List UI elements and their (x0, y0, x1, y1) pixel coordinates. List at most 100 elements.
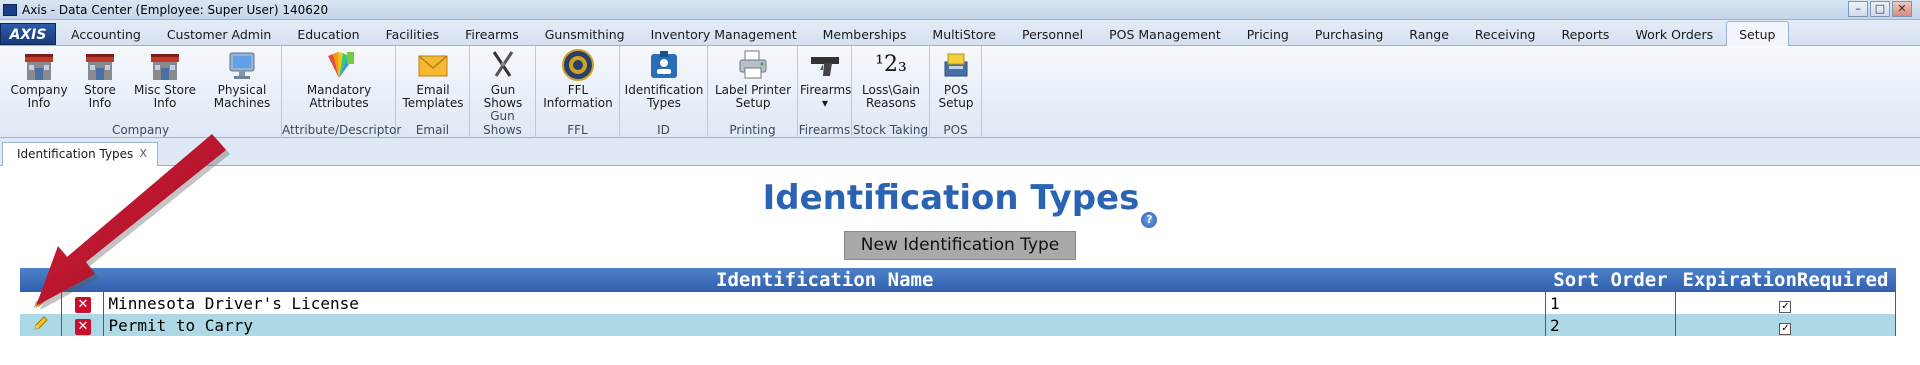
crossed-guns-icon (492, 51, 514, 77)
header-sort-order[interactable]: Sort Order (1545, 268, 1676, 292)
chevron-down-icon: ▾ (821, 96, 829, 110)
store-icon (25, 54, 53, 80)
tab-pos-management[interactable]: POS Management (1096, 23, 1234, 45)
printer-icon (739, 50, 767, 79)
company-info-button[interactable]: Company Info (6, 48, 72, 110)
group-label-attribute: Attribute/Descriptor (282, 123, 402, 137)
tab-receiving[interactable]: Receiving (1462, 23, 1549, 45)
table-row: ✕ Permit to Carry 2 ✓ (20, 314, 1897, 336)
numbers-icon: ¹2₃ (875, 52, 907, 77)
ribbon-group-email: Email Templates Email (396, 46, 470, 138)
sort-order-cell: 2 (1545, 314, 1676, 336)
physical-machines-button[interactable]: Physical Machines (208, 48, 276, 110)
menu-bar: AXIS Accounting Customer Admin Education… (0, 20, 1920, 46)
group-label-company: Company (111, 123, 170, 137)
ffl-information-button[interactable]: FFL Information (542, 48, 614, 110)
header-delete (61, 268, 104, 292)
tab-reports[interactable]: Reports (1548, 23, 1622, 45)
tab-education[interactable]: Education (284, 23, 372, 45)
pos-icon (944, 53, 968, 77)
label-printer-setup-label: Label Printer Setup (714, 83, 792, 110)
tab-facilities[interactable]: Facilities (373, 23, 453, 45)
expiration-required-cell: ✓ (1675, 292, 1897, 314)
ribbon-group-gun-shows: Gun Shows Gun Shows (470, 46, 536, 138)
mandatory-attributes-button[interactable]: Mandatory Attributes (296, 48, 382, 110)
pos-setup-button[interactable]: POS Setup (932, 48, 980, 110)
email-templates-button[interactable]: Email Templates (400, 48, 466, 110)
tab-setup[interactable]: Setup (1726, 21, 1789, 46)
tab-gunsmithing[interactable]: Gunsmithing (532, 23, 638, 45)
header-expiration-required[interactable]: ExpirationRequired (1675, 268, 1896, 292)
ribbon-group-pos: POS Setup POS (930, 46, 982, 138)
tab-customer-admin[interactable]: Customer Admin (154, 23, 285, 45)
pos-setup-label: POS Setup (938, 83, 974, 110)
tab-inventory-management[interactable]: Inventory Management (638, 23, 810, 45)
delete-cell: ✕ (61, 292, 105, 314)
page-title: Identification Types? (0, 178, 1920, 228)
tab-purchasing[interactable]: Purchasing (1302, 23, 1396, 45)
ribbon-group-firearms: Firearms ▾ Firearms (798, 46, 852, 138)
table-row: ✕ Minnesota Driver's License 1 ✓ (20, 292, 1897, 314)
identification-name-cell: Permit to Carry (103, 314, 1546, 336)
misc-store-info-button[interactable]: Misc Store Info (130, 48, 200, 110)
tab-pricing[interactable]: Pricing (1234, 23, 1302, 45)
pencil-icon[interactable] (32, 292, 50, 310)
close-tab-icon[interactable]: X (139, 143, 147, 165)
label-printer-setup-button[interactable]: Label Printer Setup (712, 48, 794, 110)
axis-logo[interactable]: AXIS (0, 23, 56, 45)
company-info-label: Company Info (10, 83, 68, 110)
group-label-id: ID (657, 123, 670, 137)
ribbon-group-stock-taking: ¹2₃ Loss\Gain Reasons Stock Taking (852, 46, 930, 138)
pencil-icon[interactable] (32, 314, 50, 332)
mandatory-attributes-label: Mandatory Attributes (306, 83, 372, 110)
tab-personnel[interactable]: Personnel (1009, 23, 1096, 45)
physical-machines-label: Physical Machines (213, 83, 271, 110)
tab-multistore[interactable]: MultiStore (919, 23, 1009, 45)
expiration-required-cell: ✓ (1675, 314, 1897, 336)
tab-accounting[interactable]: Accounting (58, 23, 154, 45)
tab-firearms[interactable]: Firearms (452, 23, 532, 45)
store-icon (151, 54, 179, 80)
maximize-button[interactable]: □ (1870, 1, 1890, 17)
tab-range[interactable]: Range (1396, 23, 1462, 45)
app-icon (3, 3, 17, 16)
store-info-button[interactable]: Store Info (72, 48, 128, 110)
identification-types-button[interactable]: Identification Types (624, 48, 704, 110)
group-label-printing: Printing (729, 123, 776, 137)
monitor-icon (229, 52, 255, 79)
firearms-dropdown-button[interactable]: Firearms ▾ (800, 48, 851, 110)
sort-order-cell: 1 (1545, 292, 1676, 314)
envelope-icon (418, 55, 448, 77)
group-label-pos: POS (943, 123, 968, 137)
new-identification-type-button[interactable]: New Identification Type (844, 231, 1076, 260)
store-icon (86, 54, 114, 80)
delete-icon[interactable]: ✕ (74, 297, 91, 313)
group-label-firearms: Firearms (798, 123, 851, 137)
tab-work-orders[interactable]: Work Orders (1622, 23, 1726, 45)
doc-tab-identification-types[interactable]: Identification Types X (2, 142, 158, 166)
ribbon-group-attribute: Mandatory Attributes Attribute/Descriptor (282, 46, 402, 138)
delete-cell: ✕ (61, 314, 105, 336)
edit-cell (20, 314, 63, 336)
window-controls: – □ ✕ (1848, 1, 1912, 17)
expiration-required-checkbox[interactable]: ✓ (1779, 322, 1792, 335)
header-identification-name[interactable]: Identification Name (103, 268, 1546, 292)
edit-cell (20, 292, 63, 314)
delete-icon[interactable]: ✕ (74, 319, 91, 335)
gun-shows-button[interactable]: Gun Shows (476, 48, 530, 110)
group-label-ffl: FFL (567, 123, 588, 137)
tab-memberships[interactable]: Memberships (810, 23, 920, 45)
table-header-row: Identification Name Sort Order Expiratio… (20, 268, 1896, 292)
help-icon[interactable]: ? (1141, 212, 1158, 228)
expiration-required-checkbox[interactable]: ✓ (1779, 300, 1792, 313)
loss-gain-reasons-button[interactable]: ¹2₃ Loss\Gain Reasons (856, 48, 926, 110)
minimize-button[interactable]: – (1848, 1, 1868, 17)
ribbon-group-printing: Label Printer Setup Printing (708, 46, 798, 138)
group-label-email: Email (415, 123, 450, 137)
identification-name-cell: Minnesota Driver's License (103, 292, 1546, 314)
email-templates-label: Email Templates (402, 83, 464, 110)
loss-gain-reasons-label: Loss\Gain Reasons (862, 83, 920, 110)
ribbon-group-ffl: FFL Information FFL (536, 46, 620, 138)
color-swatch-icon (328, 52, 354, 78)
close-button[interactable]: ✕ (1892, 1, 1912, 17)
